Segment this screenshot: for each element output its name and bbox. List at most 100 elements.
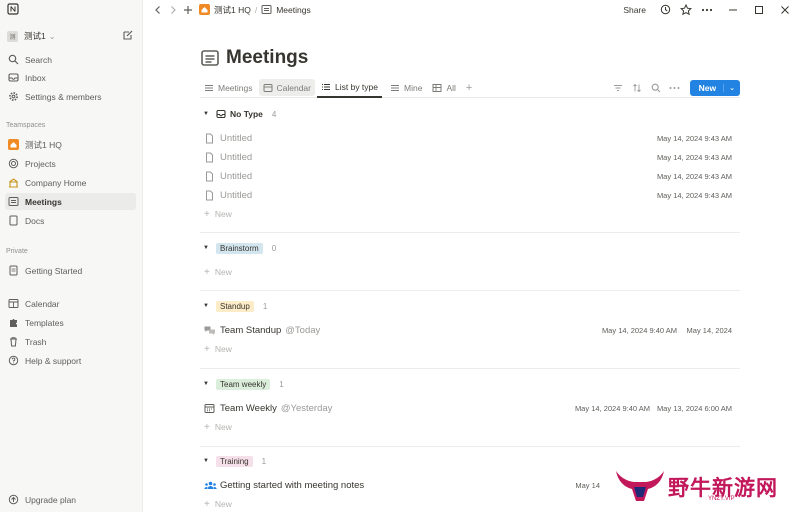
tab-all[interactable]: All bbox=[428, 79, 459, 96]
sidebar-item-inbox[interactable]: Inbox bbox=[5, 69, 136, 86]
sidebar-item-label: Settings & members bbox=[25, 91, 102, 102]
sidebar-item-calendar[interactable]: Calendar bbox=[5, 295, 136, 312]
add-new-row-button[interactable]: + New bbox=[204, 497, 232, 511]
sidebar-item-label: 测试1 HQ bbox=[25, 139, 62, 150]
upgrade-arrow-icon bbox=[8, 494, 19, 505]
item-title: Untitled bbox=[220, 151, 253, 163]
close-icon[interactable] bbox=[778, 3, 792, 17]
calendar-note-icon bbox=[200, 48, 220, 68]
document-icon bbox=[8, 215, 19, 226]
plus-icon: + bbox=[465, 81, 473, 94]
list-item[interactable]: Untitled May 14, 2024 9:43 AM bbox=[204, 148, 736, 166]
add-new-row-button[interactable]: + New bbox=[204, 342, 232, 356]
tab-calendar[interactable]: Calendar bbox=[258, 79, 315, 96]
notion-logo-icon[interactable] bbox=[7, 3, 19, 15]
date-mention[interactable]: @Yesterday bbox=[281, 403, 333, 414]
sidebar-item-label: Docs bbox=[25, 215, 45, 226]
star-icon[interactable] bbox=[679, 3, 693, 17]
sidebar-item-projects[interactable]: Projects bbox=[5, 155, 136, 172]
sidebar-item-search[interactable]: Search bbox=[5, 51, 136, 68]
group-divider bbox=[200, 368, 740, 369]
caret-down-icon[interactable]: ▼ bbox=[203, 245, 210, 251]
trash-icon bbox=[8, 336, 19, 347]
upgrade-plan-button[interactable]: Upgrade plan bbox=[5, 491, 136, 508]
workspace-switcher[interactable]: 测 测试1 ⌄ bbox=[7, 29, 134, 43]
type-tag: Team weekly bbox=[216, 378, 271, 390]
filter-icon[interactable] bbox=[611, 81, 625, 95]
document-icon bbox=[8, 265, 19, 276]
maximize-icon[interactable] bbox=[752, 3, 766, 17]
minimize-icon[interactable] bbox=[726, 3, 740, 17]
type-tag: Training bbox=[216, 455, 253, 467]
caret-down-icon[interactable]: ▼ bbox=[203, 381, 210, 387]
add-new-row-button[interactable]: + New bbox=[204, 207, 232, 221]
add-view-button[interactable]: + bbox=[462, 79, 476, 96]
plus-icon[interactable] bbox=[181, 3, 195, 17]
breadcrumb-page[interactable]: Meetings bbox=[276, 5, 311, 15]
sidebar-item-templates[interactable]: Templates bbox=[5, 314, 136, 331]
more-icon[interactable] bbox=[700, 3, 714, 17]
group-header[interactable]: ▼ Training 1 bbox=[203, 454, 266, 468]
meeting-date: May 14, 2024 bbox=[686, 325, 732, 335]
sidebar-item-settings[interactable]: Settings & members bbox=[5, 88, 136, 105]
breadcrumb-workspace[interactable]: 测试1 HQ bbox=[214, 4, 251, 16]
watermark: 野牛新游网 YNZY.VIP bbox=[612, 466, 790, 508]
group-count: 0 bbox=[271, 243, 277, 253]
caret-down-icon[interactable]: ▼ bbox=[203, 458, 210, 464]
chevron-down-icon[interactable]: ⌄ bbox=[723, 83, 740, 92]
date-mention[interactable]: @Today bbox=[285, 325, 320, 336]
caret-down-icon[interactable]: ▼ bbox=[203, 303, 210, 309]
calendar-note-icon bbox=[261, 4, 272, 15]
group-header[interactable]: ▼ Brainstorm 0 bbox=[203, 241, 276, 255]
forward-icon[interactable] bbox=[166, 3, 180, 17]
search-icon[interactable] bbox=[649, 81, 663, 95]
add-new-row-button[interactable]: + New bbox=[204, 265, 232, 279]
back-icon[interactable] bbox=[151, 3, 165, 17]
list-item[interactable]: Untitled May 14, 2024 9:43 AM bbox=[204, 167, 736, 185]
tab-mine[interactable]: Mine bbox=[386, 79, 426, 96]
caret-down-icon[interactable]: ▼ bbox=[203, 111, 210, 117]
item-title: Team Standup bbox=[220, 324, 282, 336]
sidebar-item-help[interactable]: Help & support bbox=[5, 352, 136, 369]
group-header[interactable]: ▼ Team weekly 1 bbox=[203, 377, 284, 391]
new-button-label: New bbox=[698, 82, 717, 93]
sidebar-item-label: Projects bbox=[25, 158, 56, 169]
list-item[interactable]: Untitled May 14, 2024 9:43 AM bbox=[204, 129, 736, 147]
add-new-row-button[interactable]: + New bbox=[204, 420, 232, 434]
sidebar-item-getting-started[interactable]: Getting Started bbox=[5, 262, 136, 279]
sidebar-item-teamspace[interactable]: 测试1 HQ bbox=[5, 136, 136, 153]
calendar-note-icon bbox=[8, 196, 19, 207]
new-page-icon[interactable] bbox=[122, 29, 134, 41]
list-item[interactable]: Team Weekly @Yesterday May 14, 2024 9:40… bbox=[204, 399, 736, 417]
share-button[interactable]: Share bbox=[623, 5, 646, 15]
created-time: May 14, 2024 9:43 AM bbox=[656, 171, 732, 181]
more-icon[interactable] bbox=[668, 81, 682, 95]
sidebar-item-company-home[interactable]: Company Home bbox=[5, 174, 136, 191]
help-icon bbox=[8, 355, 19, 366]
new-button[interactable]: New ⌄ bbox=[689, 79, 740, 96]
sidebar-item-label: Meetings bbox=[25, 196, 62, 207]
bull-logo-icon bbox=[612, 467, 668, 507]
watermark-subtext: YNZY.VIP bbox=[708, 496, 735, 502]
created-time: May 14, 2024 9:43 AM bbox=[656, 152, 732, 162]
private-heading: Private bbox=[6, 248, 28, 255]
tab-meetings[interactable]: Meetings bbox=[200, 79, 257, 96]
sidebar-item-label: Inbox bbox=[25, 72, 46, 83]
sidebar-item-trash[interactable]: Trash bbox=[5, 333, 136, 350]
sidebar-item-docs[interactable]: Docs bbox=[5, 212, 136, 229]
sort-icon[interactable] bbox=[630, 81, 644, 95]
created-time: May 14, 2024 9:40 AM bbox=[574, 403, 650, 413]
calendar-icon bbox=[204, 403, 215, 414]
sidebar-item-label: Search bbox=[25, 54, 52, 65]
view-toolbar: New ⌄ bbox=[606, 78, 740, 97]
tab-list-by-type[interactable]: List by type bbox=[317, 78, 382, 98]
group-header[interactable]: ▼ Standup 1 bbox=[203, 299, 267, 313]
list-item[interactable]: Untitled May 14, 2024 9:43 AM bbox=[204, 186, 736, 204]
list-item[interactable]: Team Standup @Today May 14, 2024 9:40 AM… bbox=[204, 321, 736, 339]
item-title: Untitled bbox=[220, 189, 253, 201]
sidebar-item-meetings[interactable]: Meetings bbox=[5, 193, 136, 210]
page-title[interactable]: Meetings bbox=[226, 47, 308, 69]
group-header[interactable]: ▼ No Type 4 bbox=[203, 107, 276, 121]
history-icon[interactable] bbox=[658, 3, 672, 17]
inbox-icon bbox=[216, 109, 226, 119]
